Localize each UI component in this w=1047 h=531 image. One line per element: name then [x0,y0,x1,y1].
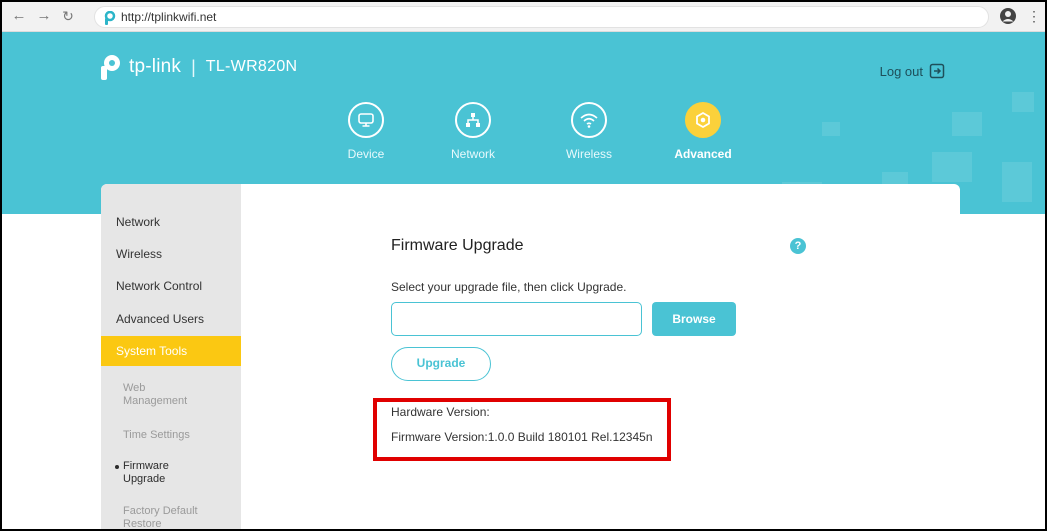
brand-name: tp-link [129,56,182,77]
nav-advanced-label: Advanced [674,147,732,161]
hardware-version: Hardware Version: [391,405,490,419]
reload-icon[interactable]: ↻ [59,7,77,25]
decoration [952,112,982,136]
sidebar-subitem-firmware-upgrade-label: Firmware Upgrade [123,460,169,485]
network-icon [455,102,491,138]
menu-icon[interactable]: ⋮ [1027,7,1041,25]
gear-icon [685,102,721,138]
browse-button[interactable]: Browse [652,302,736,336]
site-icon [104,11,116,25]
nav-wireless-label: Wireless [565,147,612,161]
nav-advanced[interactable]: Advanced [663,102,743,161]
help-icon[interactable]: ? [790,238,806,254]
logout-label: Log out [879,63,923,79]
sidebar-subitem-firmware-upgrade[interactable]: Firmware Upgrade [101,460,201,486]
sidebar: Network Wireless Network Control Advance… [101,184,241,529]
firmware-file-input[interactable] [391,302,642,336]
browser-toolbar: ← → ↻ http://tplinkwifi.net ⋮ [2,2,1045,32]
model-name: TL-WR820N [205,58,298,75]
wifi-icon [571,102,607,138]
sidebar-subitem-web-management[interactable]: Web Management [101,382,211,408]
nav-device[interactable]: Device [326,102,406,161]
firmware-version: Firmware Version:1.0.0 Build 180101 Rel.… [391,430,653,444]
address-bar[interactable]: http://tplinkwifi.net [94,6,989,28]
sidebar-item-wireless[interactable]: Wireless [101,239,241,269]
logout-button[interactable]: Log out [880,63,945,79]
sidebar-item-network[interactable]: Network [101,207,241,237]
profile-icon[interactable] [999,7,1017,25]
arrow-left-icon[interactable]: ← [10,7,28,25]
screenshot-frame: ← → ↻ http://tplinkwifi.net ⋮ tp-link | … [0,0,1047,531]
nav-network[interactable]: Network [433,102,513,161]
active-bullet [115,465,119,469]
decoration [822,122,840,136]
sidebar-item-network-control[interactable]: Network Control [101,271,241,301]
arrow-right-icon[interactable]: → [35,7,53,25]
brand-separator: | [191,56,196,77]
brand-logo: tp-link | TL-WR820N [97,54,297,80]
logout-icon [929,63,945,79]
sidebar-subitem-time-settings[interactable]: Time Settings [101,429,241,442]
upgrade-button[interactable]: Upgrade [391,347,491,381]
monitor-icon [348,102,384,138]
sidebar-subitem-factory-default-restore[interactable]: Factory Default Restore [101,505,201,529]
nav-network-label: Network [450,147,495,161]
sidebar-item-system-tools[interactable]: System Tools [101,336,241,366]
decoration [932,152,972,182]
decoration [1002,162,1032,202]
url-text: http://tplinkwifi.net [121,10,217,24]
page-title: Firmware Upgrade [391,237,524,254]
tp-link-logo-icon [101,55,120,80]
nav-wireless[interactable]: Wireless [549,102,629,161]
nav-device-label: Device [347,147,385,161]
sidebar-item-advanced-users[interactable]: Advanced Users [101,304,241,334]
upgrade-instruction: Select your upgrade file, then click Upg… [391,280,627,294]
decoration [1012,92,1034,112]
